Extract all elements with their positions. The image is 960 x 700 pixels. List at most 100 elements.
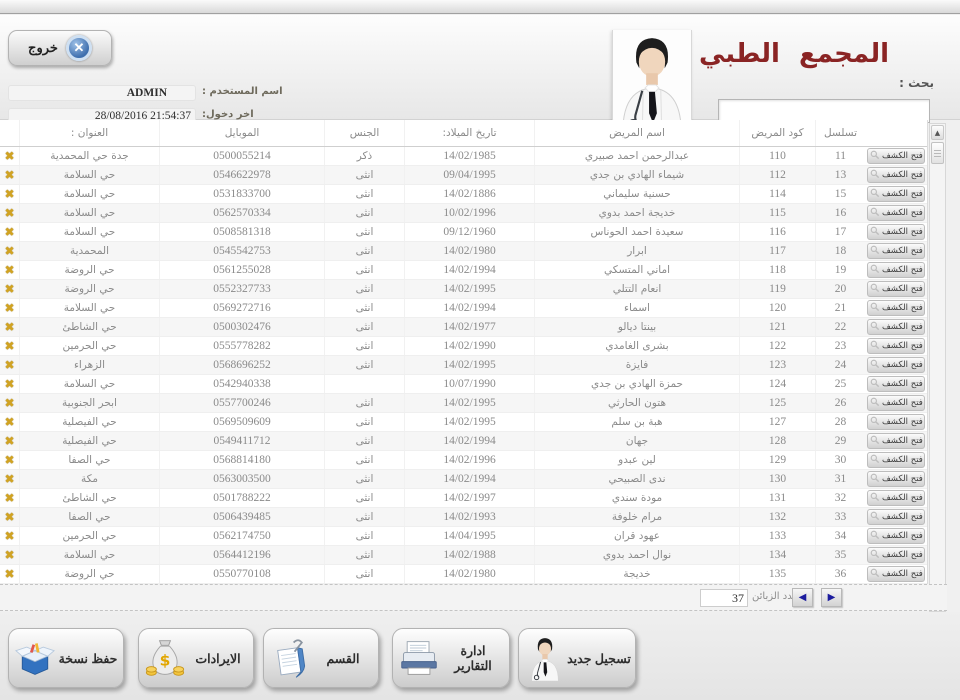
vertical-scrollbar[interactable]: ▲ ▼ — [929, 123, 946, 612]
department-button[interactable]: القسم — [263, 628, 379, 688]
open-record-button[interactable]: فتح الكشف — [867, 509, 925, 525]
table-row[interactable]: فتح الكشف 16 115 خديجة احمد بدوي 10/02/1… — [0, 204, 927, 223]
open-record-button[interactable]: فتح الكشف — [867, 186, 925, 202]
cell-serial: 21 — [815, 299, 865, 317]
table-row[interactable]: فتح الكشف 15 114 حسنية سليماني 14/02/188… — [0, 185, 927, 204]
backup-box-icon — [13, 638, 57, 678]
open-record-button[interactable]: فتح الكشف — [867, 281, 925, 297]
open-record-button[interactable]: فتح الكشف — [867, 471, 925, 487]
open-record-button[interactable]: فتح الكشف — [867, 395, 925, 411]
cell-serial: 31 — [815, 470, 865, 488]
open-record-button[interactable]: فتح الكشف — [867, 528, 925, 544]
table-row[interactable]: فتح الكشف 23 122 بشرى الغامدي 14/02/1990… — [0, 337, 927, 356]
table-row[interactable]: فتح الكشف 22 121 بينتا ديالو 14/02/1977 … — [0, 318, 927, 337]
magnifier-icon — [870, 283, 880, 296]
delete-icon[interactable]: ✖ — [4, 454, 14, 466]
open-record-button[interactable]: فتح الكشف — [867, 167, 925, 183]
delete-icon[interactable]: ✖ — [4, 530, 14, 542]
delete-icon[interactable]: ✖ — [4, 492, 14, 504]
open-record-button[interactable]: فتح الكشف — [867, 357, 925, 373]
table-row[interactable]: فتح الكشف 32 131 مودة سندي 14/02/1997 ان… — [0, 489, 927, 508]
delete-icon[interactable]: ✖ — [4, 169, 14, 181]
open-record-button[interactable]: فتح الكشف — [867, 433, 925, 449]
table-row[interactable]: فتح الكشف 29 128 جهان 14/02/1994 انثى 05… — [0, 432, 927, 451]
cell-serial: 22 — [815, 318, 865, 336]
table-row[interactable]: فتح الكشف 34 133 عهود قران 14/04/1995 ان… — [0, 527, 927, 546]
revenues-button[interactable]: $ الايرادات — [138, 628, 254, 688]
open-record-button[interactable]: فتح الكشف — [867, 547, 925, 563]
open-record-button[interactable]: فتح الكشف — [867, 319, 925, 335]
reports-management-button[interactable]: ادارة التقارير — [392, 628, 510, 688]
delete-icon[interactable]: ✖ — [4, 359, 14, 371]
table-row[interactable]: فتح الكشف 18 117 ابرار 14/02/1980 انثى 0… — [0, 242, 927, 261]
cell-mobile: 0531833700 — [159, 185, 324, 203]
nav-previous-button[interactable]: ◀ — [792, 588, 813, 607]
cell-name: سعيدة احمد الحوناس — [534, 223, 739, 241]
cell-name: خديجة احمد بدوي — [534, 204, 739, 222]
cell-serial: 17 — [815, 223, 865, 241]
table-row[interactable]: فتح الكشف 24 123 فايزة 14/02/1995 انثى 0… — [0, 356, 927, 375]
save-copy-button[interactable]: حفظ نسخة — [8, 628, 124, 688]
table-row[interactable]: فتح الكشف 17 116 سعيدة احمد الحوناس 09/1… — [0, 223, 927, 242]
open-record-button[interactable]: فتح الكشف — [867, 148, 925, 164]
open-record-button[interactable]: فتح الكشف — [867, 566, 925, 582]
table-row[interactable]: فتح الكشف 31 130 ندى الصبيحي 14/02/1994 … — [0, 470, 927, 489]
table-row[interactable]: فتح الكشف 25 124 حمزة الهادي بن جدي 10/0… — [0, 375, 927, 394]
table-row[interactable]: فتح الكشف 30 129 لين عبدو 14/02/1996 انث… — [0, 451, 927, 470]
open-record-button[interactable]: فتح الكشف — [867, 224, 925, 240]
scroll-up-icon[interactable]: ▲ — [931, 125, 944, 140]
table-row[interactable]: فتح الكشف 19 118 اماني المتسكي 14/02/199… — [0, 261, 927, 280]
new-registration-button[interactable]: تسجيل جديد — [518, 628, 636, 688]
delete-icon[interactable]: ✖ — [4, 245, 14, 257]
delete-icon[interactable]: ✖ — [4, 188, 14, 200]
delete-icon[interactable]: ✖ — [4, 207, 14, 219]
table-row[interactable]: فتح الكشف 36 135 خديجة 14/02/1980 انثى 0… — [0, 565, 927, 584]
exit-button[interactable]: خروج ✕ — [8, 30, 112, 66]
cell-dob: 14/02/1995 — [404, 413, 534, 431]
table-row[interactable]: فتح الكشف 20 119 انعام التتلي 14/02/1995… — [0, 280, 927, 299]
delete-icon[interactable]: ✖ — [4, 283, 14, 295]
nav-next-button[interactable]: ▶ — [821, 588, 842, 607]
open-record-button[interactable]: فتح الكشف — [867, 376, 925, 392]
delete-icon[interactable]: ✖ — [4, 378, 14, 390]
open-record-button[interactable]: فتح الكشف — [867, 414, 925, 430]
open-record-button[interactable]: فتح الكشف — [867, 243, 925, 259]
table-row[interactable]: فتح الكشف 11 110 عبدالرحمن احمد صبيري 14… — [0, 147, 927, 166]
cell-name: فايزة — [534, 356, 739, 374]
svg-text:$: $ — [160, 651, 171, 669]
cell-gender: انثى — [324, 166, 404, 184]
cell-address: الزهراء — [19, 356, 159, 374]
table-row[interactable]: فتح الكشف 13 112 شيماء الهادي بن جدي 09/… — [0, 166, 927, 185]
cell-gender: انثى — [324, 489, 404, 507]
delete-icon[interactable]: ✖ — [4, 416, 14, 428]
delete-icon[interactable]: ✖ — [4, 302, 14, 314]
scrollbar-thumb[interactable] — [931, 142, 944, 164]
table-row[interactable]: فتح الكشف 33 132 مرام خلوفة 14/02/1993 ا… — [0, 508, 927, 527]
delete-icon[interactable]: ✖ — [4, 321, 14, 333]
delete-icon[interactable]: ✖ — [4, 226, 14, 238]
header-mobile: الموبايل — [159, 120, 324, 146]
cell-serial: 23 — [815, 337, 865, 355]
delete-icon[interactable]: ✖ — [4, 435, 14, 447]
open-record-button[interactable]: فتح الكشف — [867, 490, 925, 506]
open-record-button[interactable]: فتح الكشف — [867, 338, 925, 354]
table-row[interactable]: فتح الكشف 26 125 هتون الحارثي 14/02/1995… — [0, 394, 927, 413]
delete-icon[interactable]: ✖ — [4, 150, 14, 162]
open-record-button[interactable]: فتح الكشف — [867, 300, 925, 316]
delete-icon[interactable]: ✖ — [4, 568, 14, 580]
delete-icon[interactable]: ✖ — [4, 397, 14, 409]
delete-icon[interactable]: ✖ — [4, 340, 14, 352]
table-row[interactable]: فتح الكشف 28 127 هبة بن سلم 14/02/1995 ا… — [0, 413, 927, 432]
open-record-button[interactable]: فتح الكشف — [867, 452, 925, 468]
open-record-button[interactable]: فتح الكشف — [867, 262, 925, 278]
delete-icon[interactable]: ✖ — [4, 549, 14, 561]
delete-icon[interactable]: ✖ — [4, 264, 14, 276]
cell-code: 119 — [739, 280, 815, 298]
open-record-label: فتح الكشف — [882, 474, 923, 484]
delete-icon[interactable]: ✖ — [4, 473, 14, 485]
table-row[interactable]: فتح الكشف 35 134 نوال احمد بدوي 14/02/19… — [0, 546, 927, 565]
open-record-button[interactable]: فتح الكشف — [867, 205, 925, 221]
table-row[interactable]: فتح الكشف 21 120 اسماء 14/02/1994 انثى 0… — [0, 299, 927, 318]
delete-icon[interactable]: ✖ — [4, 511, 14, 523]
magnifier-icon — [870, 359, 880, 372]
